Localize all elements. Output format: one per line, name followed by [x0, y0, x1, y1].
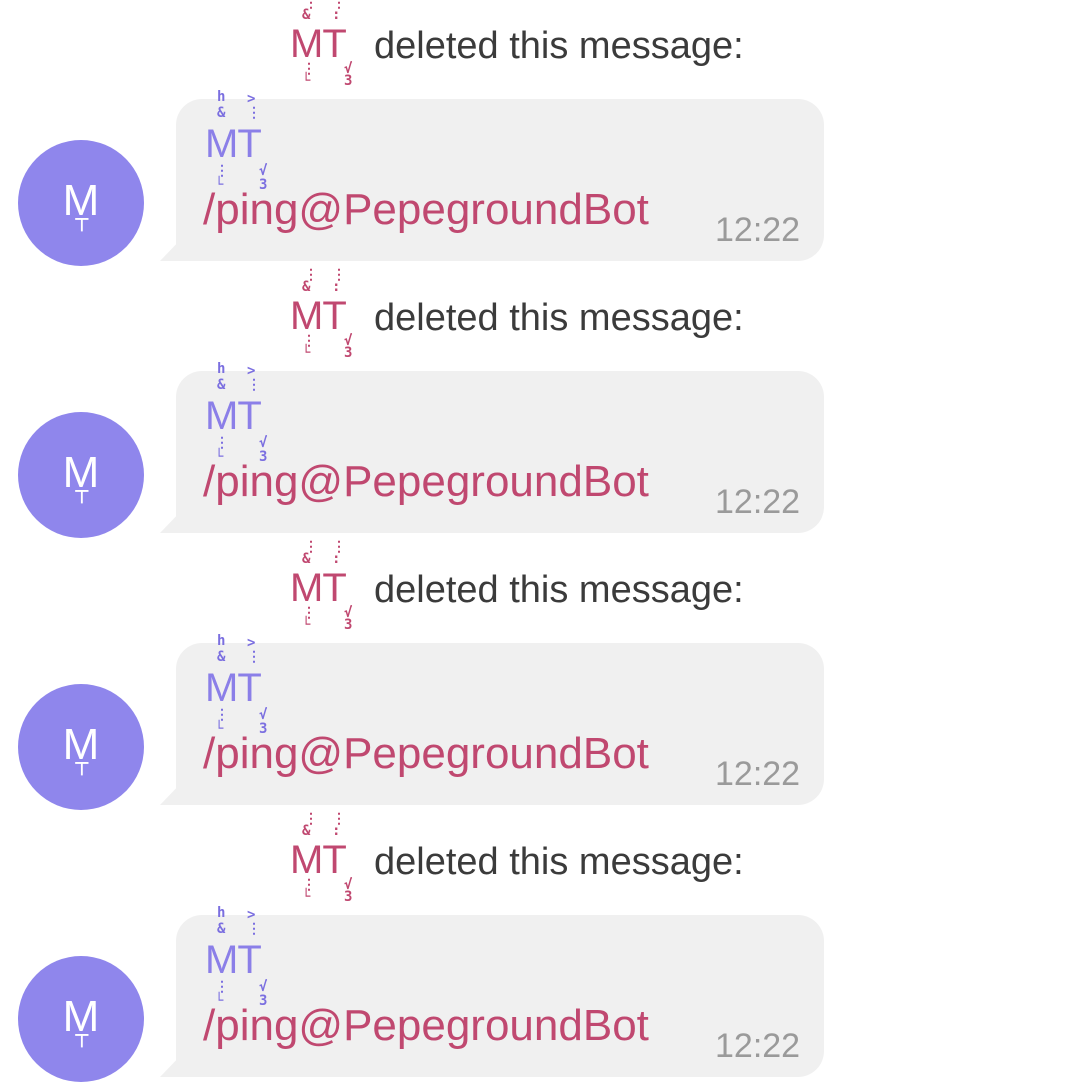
combining-mark: &: [217, 377, 226, 393]
combining-mark: :: [332, 279, 341, 295]
combining-mark: └: [302, 345, 311, 361]
combining-mark: √: [259, 707, 268, 723]
combining-mark: >: [247, 907, 256, 923]
combining-mark: ⋮: [247, 105, 261, 121]
message-group: MT ⋮ & ⋮ : ⋮ └ √ 3 deleted this message:…: [0, 268, 1070, 544]
message-time: 12:22: [715, 1027, 801, 1065]
combining-mark: &: [302, 823, 311, 839]
combining-mark: :: [332, 823, 341, 839]
combining-mark: ⊤: [74, 487, 90, 507]
avatar[interactable]: M ⊤: [18, 956, 144, 1082]
deleted-notice-text: deleted this message:: [374, 569, 744, 611]
combining-mark: ⊤: [74, 759, 90, 779]
message-time: 12:22: [715, 755, 801, 793]
combining-mark: >: [247, 635, 256, 651]
sender-name-text: MT: [205, 938, 262, 982]
message-text[interactable]: /ping@PepegroundBot: [203, 184, 649, 236]
deleted-notice-text: deleted this message:: [374, 25, 744, 67]
combining-mark: &: [217, 649, 226, 665]
deleter-name[interactable]: MT ⋮ & ⋮ : ⋮ └ √ 3: [290, 540, 370, 634]
combining-mark: ⊤: [74, 1031, 90, 1051]
message-group: MT ⋮ & ⋮ : ⋮ └ √ 3 deleted this message:…: [0, 540, 1070, 816]
combining-mark: h: [217, 633, 226, 649]
service-message: MT ⋮ & ⋮ : ⋮ └ √ 3 deleted this message:: [290, 812, 850, 906]
deleted-notice-text: deleted this message:: [374, 841, 744, 883]
message-time: 12:22: [715, 483, 801, 521]
message-text[interactable]: /ping@PepegroundBot: [203, 456, 649, 508]
combining-mark: └: [302, 617, 311, 633]
combining-mark: ⋮: [215, 163, 229, 179]
sender-name-text: MT: [205, 666, 262, 710]
combining-mark: 3: [344, 73, 353, 89]
service-message: MT ⋮ & ⋮ : ⋮ └ √ 3 deleted this message:: [290, 540, 850, 634]
deleter-name[interactable]: MT ⋮ & ⋮ : ⋮ └ √ 3: [290, 812, 370, 906]
deleter-name-text: MT: [290, 294, 347, 338]
message-text[interactable]: /ping@PepegroundBot: [203, 1000, 649, 1052]
service-message: MT ⋮ & ⋮ : ⋮ └ √ 3 deleted this message:: [290, 0, 850, 90]
combining-mark: h: [217, 89, 226, 105]
combining-mark: &: [302, 551, 311, 567]
combining-mark: └: [302, 889, 311, 905]
sender-name-text: MT: [205, 122, 262, 166]
sender-name[interactable]: MT h & > ⋮ ⋮ └ √ 3: [205, 904, 285, 1014]
combining-mark: √: [259, 435, 268, 451]
combining-mark: :: [332, 7, 341, 23]
sender-name[interactable]: MT h & > ⋮ ⋮ └ √ 3: [205, 632, 285, 742]
combining-mark: ⋮: [247, 649, 261, 665]
deleter-name[interactable]: MT ⋮ & ⋮ : ⋮ └ √ 3: [290, 0, 370, 90]
service-message: MT ⋮ & ⋮ : ⋮ └ √ 3 deleted this message:: [290, 268, 850, 362]
combining-mark: &: [302, 279, 311, 295]
combining-mark: ⊤: [74, 215, 90, 235]
combining-mark: ⋮: [247, 377, 261, 393]
deleter-name[interactable]: MT ⋮ & ⋮ : ⋮ └ √ 3: [290, 268, 370, 362]
combining-mark: √: [259, 163, 268, 179]
combining-mark: ⋮: [215, 435, 229, 451]
combining-mark: >: [247, 91, 256, 107]
combining-mark: └: [302, 73, 311, 89]
avatar[interactable]: M ⊤: [18, 684, 144, 810]
sender-name[interactable]: MT h & > ⋮ ⋮ └ √ 3: [205, 360, 285, 470]
deleter-name-text: MT: [290, 566, 347, 610]
avatar[interactable]: M ⊤: [18, 140, 144, 266]
combining-mark: 3: [344, 889, 353, 905]
sender-name-text: MT: [205, 394, 262, 438]
combining-mark: ⋮: [215, 979, 229, 995]
deleted-notice-text: deleted this message:: [374, 297, 744, 339]
deleter-name-text: MT: [290, 838, 347, 882]
avatar[interactable]: M ⊤: [18, 412, 144, 538]
combining-mark: ⋮: [215, 707, 229, 723]
combining-mark: 3: [344, 345, 353, 361]
combining-mark: :: [332, 551, 341, 567]
deleter-name-text: MT: [290, 22, 347, 66]
combining-mark: ⋮: [247, 921, 261, 937]
message-text[interactable]: /ping@PepegroundBot: [203, 728, 649, 780]
message-time: 12:22: [715, 211, 801, 249]
combining-mark: h: [217, 361, 226, 377]
message-group: MT ⋮ & ⋮ : ⋮ └ √ 3 deleted this message:…: [0, 0, 1070, 272]
combining-mark: h: [217, 905, 226, 921]
sender-name[interactable]: MT h & > ⋮ ⋮ └ √ 3: [205, 88, 285, 198]
combining-mark: &: [302, 7, 311, 23]
combining-mark: √: [259, 979, 268, 995]
combining-mark: &: [217, 921, 226, 937]
combining-mark: &: [217, 105, 226, 121]
chat-history[interactable]: MT ⋮ & ⋮ : ⋮ └ √ 3 deleted this message:…: [0, 0, 1070, 1088]
combining-mark: >: [247, 363, 256, 379]
combining-mark: 3: [344, 617, 353, 633]
message-group: MT ⋮ & ⋮ : ⋮ └ √ 3 deleted this message:…: [0, 812, 1070, 1088]
